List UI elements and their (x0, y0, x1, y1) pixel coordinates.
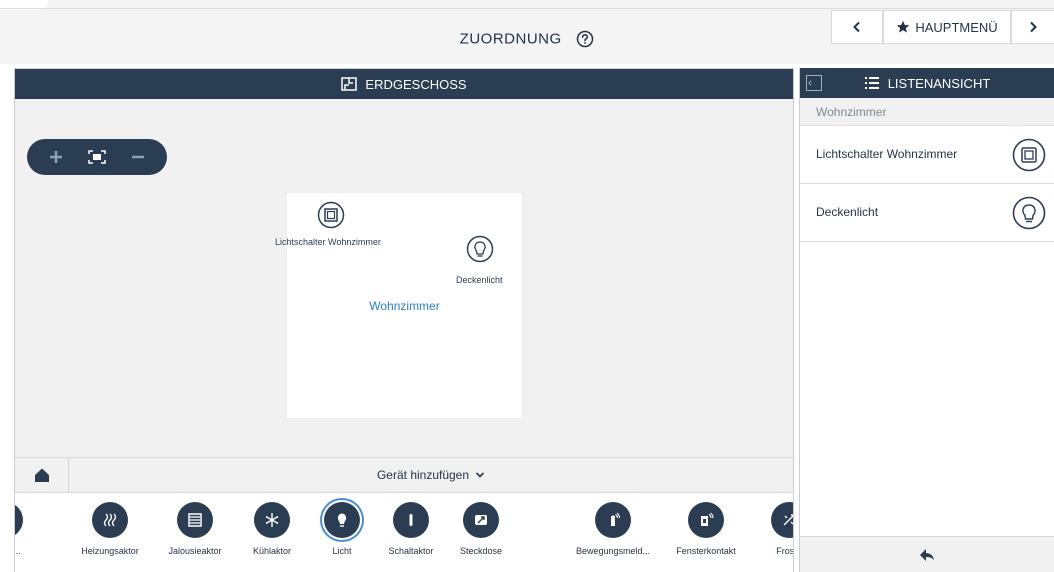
motion-sensor-icon (595, 502, 631, 538)
window-contact-icon (688, 502, 724, 538)
chevron-left-icon (808, 80, 812, 86)
list-item[interactable]: Deckenlicht (800, 184, 1054, 242)
fit-screen-icon (88, 150, 106, 164)
device-type-label: Kühlaktor (252, 546, 292, 556)
device-type-label: Licht (332, 546, 352, 556)
help-icon[interactable] (576, 30, 594, 48)
floorplan-icon (341, 77, 358, 91)
chevron-left-icon (853, 21, 860, 33)
frost-icon (771, 502, 793, 538)
floor-header: ERDGESCHOSS (15, 69, 793, 99)
device-type-label: Fensterkontakt (676, 546, 736, 556)
top-bar: ZUORDNUNG HAUPTMENÜ (0, 0, 1054, 64)
device-type-label: Schaltaktor (388, 546, 434, 556)
switch-actuator-icon (393, 502, 429, 538)
device-label: Lichtschalter Wohnzimmer (275, 237, 381, 247)
device-type-label: Frosta (776, 546, 793, 556)
zoom-controls (27, 139, 167, 175)
bulb-icon (1012, 196, 1046, 230)
device-type-socket[interactable]: Steckdose (441, 502, 521, 566)
device-type-cooling-actuator[interactable]: Kühlaktor (232, 502, 312, 566)
bulb-icon[interactable] (466, 235, 494, 263)
home-button[interactable] (15, 458, 69, 492)
device-type-label: Heizungsaktor (81, 546, 139, 556)
previous-button[interactable] (831, 10, 883, 44)
list-view-icon (864, 77, 879, 89)
zoom-out-button[interactable] (122, 141, 154, 173)
device-type-label: Steckdose (459, 546, 503, 556)
device-type-label: Bewegungsmeld... (575, 546, 651, 556)
chevron-down-icon (475, 472, 485, 478)
device-type-heating-actuator[interactable]: Heizungsaktor (70, 502, 150, 566)
blind-actuator-icon (177, 502, 213, 538)
device-type-heating[interactable]: eizen ... (15, 502, 45, 566)
snowflake-icon (254, 502, 290, 538)
bulb-icon (324, 502, 360, 538)
top-divider (0, 8, 1054, 9)
star-icon (897, 20, 910, 33)
device-type-label: Jalousieaktor (168, 546, 222, 556)
list-header: LISTENANSICHT (800, 68, 1054, 98)
add-device-button[interactable]: Gerät hinzufügen (69, 458, 793, 492)
device-strip: eizen ... Heizungsaktor Jalousieaktor Kü… (15, 494, 793, 572)
page-title-text: ZUORDNUNG (459, 30, 562, 48)
socket-icon (463, 502, 499, 538)
device-type-label: eizen ... (15, 546, 21, 556)
room-name: Wohnzimmer (369, 299, 440, 313)
collapse-panel-button[interactable] (806, 75, 822, 91)
device-type-window-contact[interactable]: Fensterkontakt (666, 502, 746, 566)
switch-icon[interactable] (317, 201, 345, 229)
main-menu-label: HAUPTMENÜ (915, 19, 998, 35)
zoom-in-button[interactable] (40, 141, 72, 173)
list-panel: LISTENANSICHT Wohnzimmer Lichtschalter W… (799, 68, 1054, 572)
main-menu-button[interactable]: HAUPTMENÜ (883, 10, 1011, 44)
switch-icon (1012, 138, 1046, 172)
device-type-light[interactable]: Licht (302, 502, 382, 566)
device-type-blind-actuator[interactable]: Jalousieaktor (155, 502, 235, 566)
list-title: LISTENANSICHT (887, 75, 991, 91)
floor-title: ERDGESCHOSS (365, 76, 467, 92)
floor-plan-canvas[interactable]: Lichtschalter Wohnzimmer Deckenlicht Woh… (15, 99, 793, 457)
device-type-switch-actuator[interactable]: Schaltaktor (371, 502, 451, 566)
heating-actuator-icon (92, 502, 128, 538)
minus-icon (132, 155, 145, 159)
house-icon (34, 468, 49, 482)
add-device-label: Gerät hinzufügen (376, 468, 470, 482)
room-card[interactable]: Lichtschalter Wohnzimmer Deckenlicht Woh… (275, 193, 522, 418)
next-button[interactable] (1011, 10, 1054, 44)
list-section-header: Wohnzimmer (800, 98, 1054, 126)
chevron-right-icon (1030, 21, 1037, 33)
device-type-motion-sensor[interactable]: Bewegungsmeld... (566, 502, 660, 566)
back-arrow-icon[interactable] (918, 547, 936, 563)
list-footer (800, 536, 1054, 572)
list-item-label: Deckenlicht (816, 205, 879, 219)
list-item-label: Lichtschalter Wohnzimmer (816, 147, 958, 161)
fit-view-button[interactable] (81, 141, 113, 173)
plus-icon (49, 151, 62, 163)
floor-panel: ERDGESCHOSS Lichtschalter Wohnzimmer Dec… (14, 68, 794, 572)
add-device-bar: Gerät hinzufügen (15, 457, 793, 493)
device-type-frost[interactable]: Frosta (749, 502, 793, 566)
list-item[interactable]: Lichtschalter Wohnzimmer (800, 126, 1054, 184)
heating-icon (15, 502, 23, 538)
device-label: Deckenlicht (456, 275, 503, 285)
